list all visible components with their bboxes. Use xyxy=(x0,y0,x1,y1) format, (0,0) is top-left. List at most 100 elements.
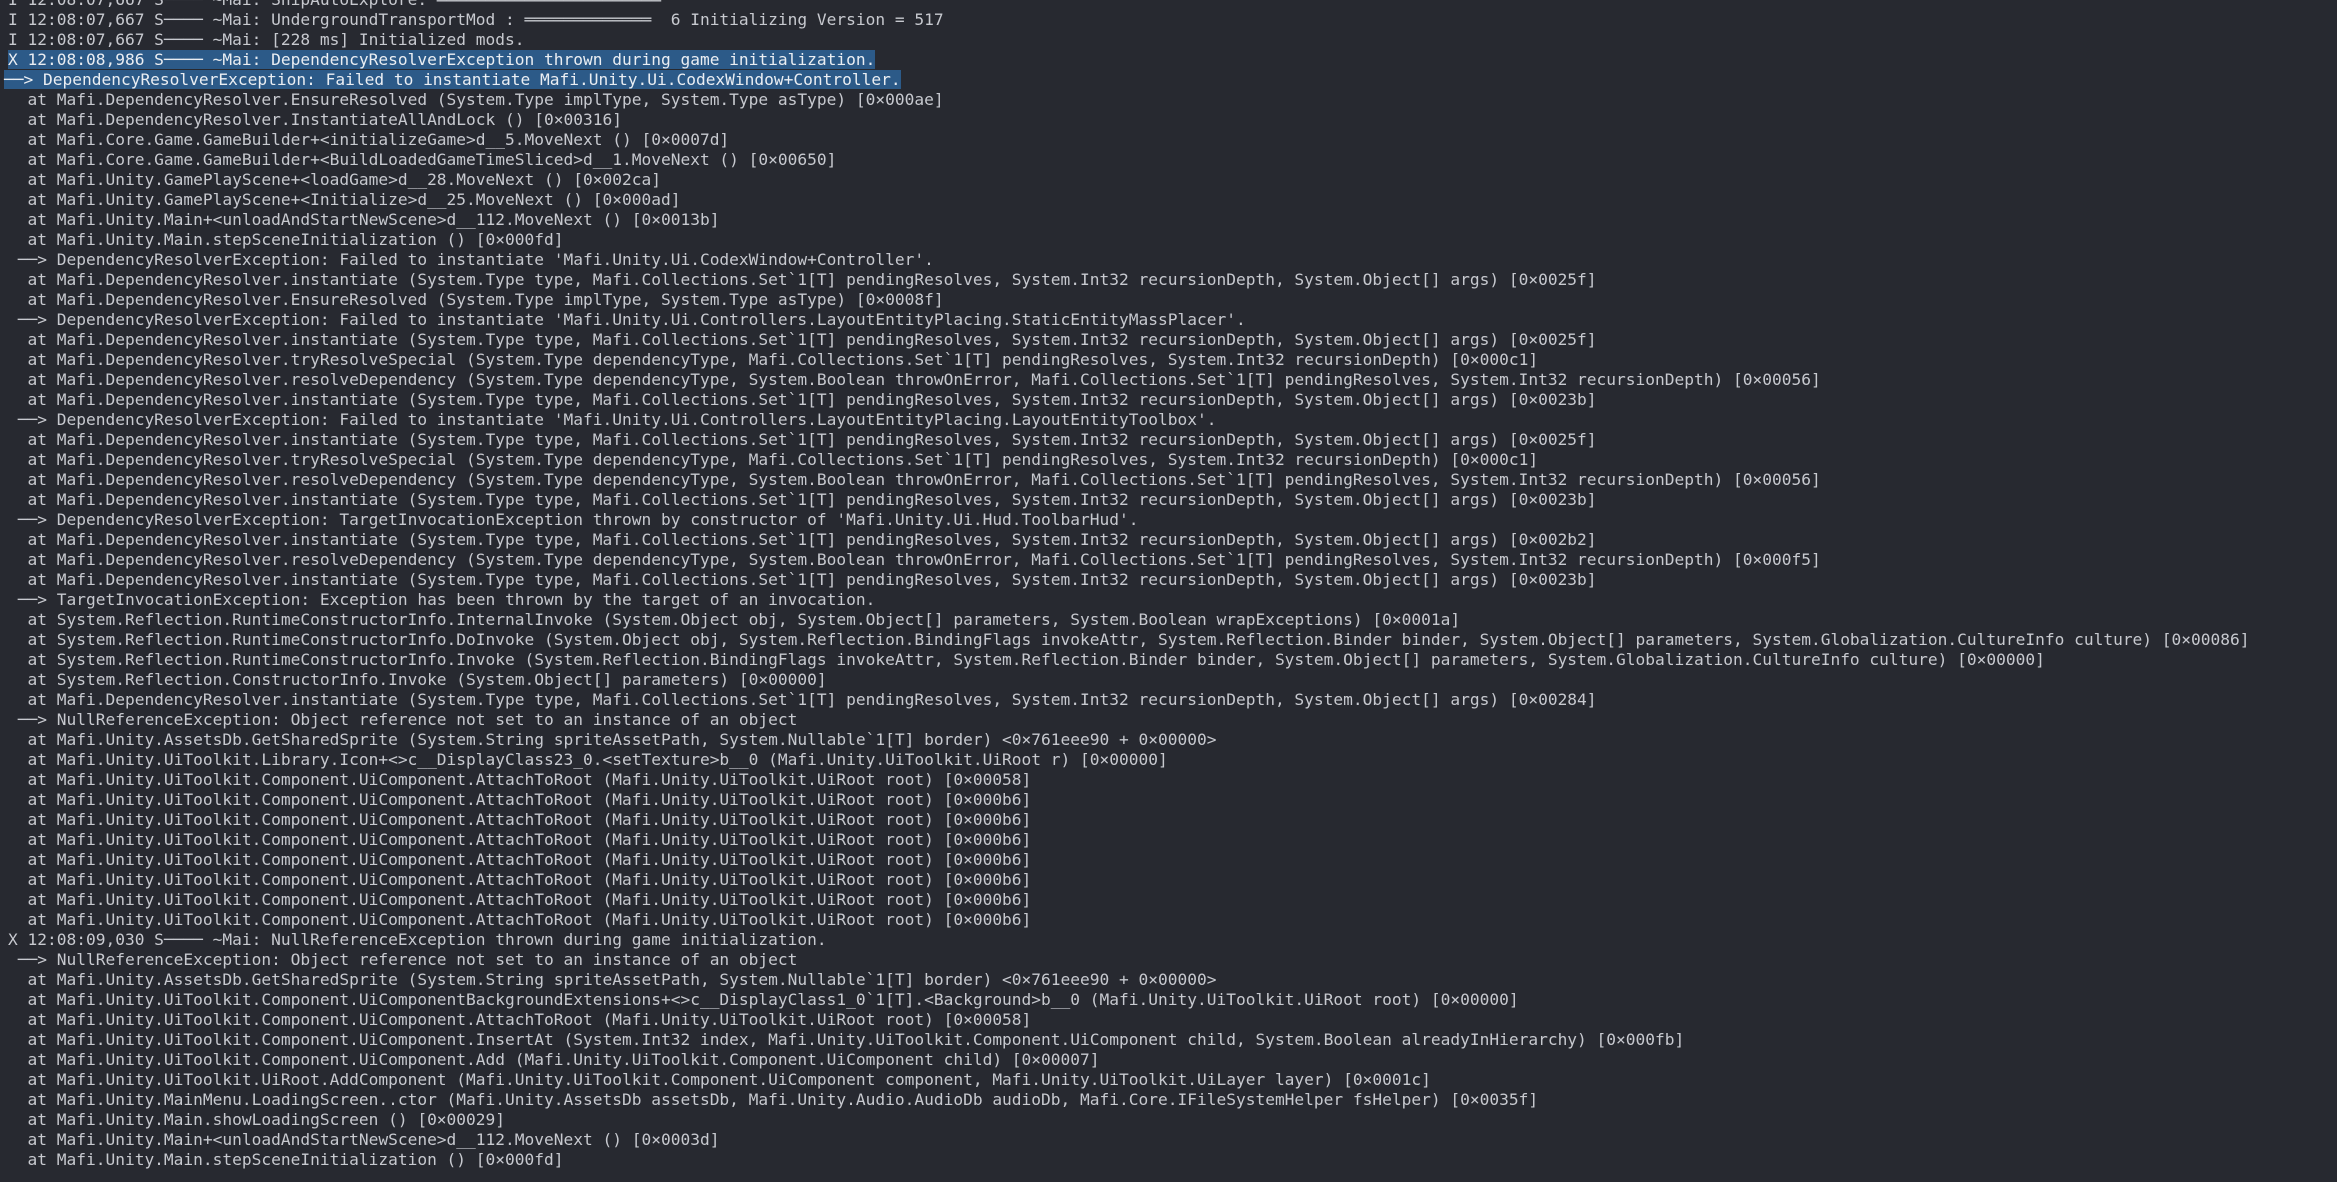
log-line-text: at Mafi.Unity.UiToolkit.Component.UiComp… xyxy=(8,870,1032,889)
log-line-text: at Mafi.DependencyResolver.resolveDepend… xyxy=(8,550,1821,569)
log-line: at Mafi.Core.Game.GameBuilder+<BuildLoad… xyxy=(0,150,2337,170)
log-line: at Mafi.DependencyResolver.instantiate (… xyxy=(0,430,2337,450)
log-line: at Mafi.Unity.MainMenu.LoadingScreen..ct… xyxy=(0,1090,2337,1110)
log-line: at Mafi.DependencyResolver.resolveDepend… xyxy=(0,470,2337,490)
log-line-text: at Mafi.DependencyResolver.EnsureResolve… xyxy=(8,90,944,109)
log-line-text: ──> DependencyResolverException: Failed … xyxy=(4,70,901,89)
log-line: at Mafi.Unity.AssetsDb.GetSharedSprite (… xyxy=(0,970,2337,990)
log-line: ──> NullReferenceException: Object refer… xyxy=(0,950,2337,970)
log-line-text: at Mafi.Unity.UiToolkit.Component.UiComp… xyxy=(8,830,1032,849)
log-line-text: at Mafi.DependencyResolver.resolveDepend… xyxy=(8,370,1821,389)
log-line: at Mafi.DependencyResolver.tryResolveSpe… xyxy=(0,450,2337,470)
log-line: I 12:08:07,667 S──── ~Mai: ShipAutoExplo… xyxy=(0,0,2337,10)
log-line: X 12:08:09,030 S──── ~Mai: NullReference… xyxy=(0,930,2337,950)
log-line: at Mafi.Unity.UiToolkit.UiRoot.AddCompon… xyxy=(0,1070,2337,1090)
log-line-text: at Mafi.Unity.UiToolkit.Component.UiComp… xyxy=(8,770,1032,789)
log-line: at Mafi.Unity.UiToolkit.Component.UiComp… xyxy=(0,890,2337,910)
log-line-text: I 12:08:07,667 S──── ~Mai: UndergroundTr… xyxy=(8,10,944,29)
terminal-log-view[interactable]: I 12:08:07,667 S──── ~Mai: ShipAutoExplo… xyxy=(0,0,2337,1182)
log-line-text: ──> DependencyResolverException: Failed … xyxy=(8,410,1217,429)
log-line: at Mafi.Unity.GamePlayScene+<Initialize>… xyxy=(0,190,2337,210)
log-line: at Mafi.DependencyResolver.EnsureResolve… xyxy=(0,90,2337,110)
log-line: at Mafi.Unity.Main+<unloadAndStartNewSce… xyxy=(0,1130,2337,1150)
log-line-text: at Mafi.Unity.UiToolkit.Component.UiComp… xyxy=(8,810,1032,829)
log-line-text: at Mafi.Unity.UiToolkit.Component.UiComp… xyxy=(8,910,1032,929)
log-line: ──> TargetInvocationException: Exception… xyxy=(0,590,2337,610)
log-line-text: at Mafi.Unity.Main.stepSceneInitializati… xyxy=(8,230,564,249)
log-line-text: at Mafi.Unity.UiToolkit.UiRoot.AddCompon… xyxy=(8,1070,1431,1089)
log-line: ──> DependencyResolverException: Failed … xyxy=(0,410,2337,430)
log-line-text: at Mafi.DependencyResolver.EnsureResolve… xyxy=(8,290,944,309)
log-line: at Mafi.DependencyResolver.instantiate (… xyxy=(0,570,2337,590)
log-line: at Mafi.DependencyResolver.instantiate (… xyxy=(0,390,2337,410)
log-line-text: ──> NullReferenceException: Object refer… xyxy=(8,710,798,729)
log-line-text: at Mafi.DependencyResolver.tryResolveSpe… xyxy=(8,450,1539,469)
log-line: at Mafi.Unity.UiToolkit.Component.UiComp… xyxy=(0,790,2337,810)
log-line: at Mafi.Unity.Main+<unloadAndStartNewSce… xyxy=(0,210,2337,230)
log-line: ──> NullReferenceException: Object refer… xyxy=(0,710,2337,730)
log-line: at Mafi.Unity.AssetsDb.GetSharedSprite (… xyxy=(0,730,2337,750)
log-line: at Mafi.Unity.UiToolkit.Component.UiComp… xyxy=(0,850,2337,870)
log-line: at Mafi.DependencyResolver.instantiate (… xyxy=(0,690,2337,710)
log-line: at System.Reflection.RuntimeConstructorI… xyxy=(0,630,2337,650)
log-line: at Mafi.Unity.UiToolkit.Component.UiComp… xyxy=(0,1050,2337,1070)
log-line-text: ──> NullReferenceException: Object refer… xyxy=(8,950,798,969)
log-line-text: at Mafi.Unity.Main.stepSceneInitializati… xyxy=(8,1150,564,1169)
log-line: ──> DependencyResolverException: TargetI… xyxy=(0,510,2337,530)
log-line: at Mafi.Unity.UiToolkit.Component.UiComp… xyxy=(0,870,2337,890)
log-line: at Mafi.Unity.UiToolkit.Component.UiComp… xyxy=(0,1010,2337,1030)
log-line: at Mafi.DependencyResolver.resolveDepend… xyxy=(0,550,2337,570)
log-line: at Mafi.Unity.Main.stepSceneInitializati… xyxy=(0,1150,2337,1170)
log-line-text: at Mafi.Unity.MainMenu.LoadingScreen..ct… xyxy=(8,1090,1539,1109)
log-line-text: at Mafi.Unity.GamePlayScene+<Initialize>… xyxy=(8,190,681,209)
log-line: at Mafi.Unity.UiToolkit.Component.UiComp… xyxy=(0,830,2337,850)
log-line-text: at Mafi.DependencyResolver.instantiate (… xyxy=(8,490,1597,509)
log-line: at Mafi.DependencyResolver.tryResolveSpe… xyxy=(0,350,2337,370)
log-line: at Mafi.DependencyResolver.InstantiateAl… xyxy=(0,110,2337,130)
log-line-text: ──> DependencyResolverException: TargetI… xyxy=(8,510,1139,529)
log-line: I 12:08:07,667 S──── ~Mai: [228 ms] Init… xyxy=(0,30,2337,50)
log-line-text: at Mafi.DependencyResolver.instantiate (… xyxy=(8,330,1597,349)
log-line: ──> DependencyResolverException: Failed … xyxy=(0,70,2337,90)
log-line: at Mafi.DependencyResolver.instantiate (… xyxy=(0,270,2337,290)
log-line-text: X 12:08:08,986 S──── ~Mai: DependencyRes… xyxy=(8,50,876,69)
log-line-text: at System.Reflection.RuntimeConstructorI… xyxy=(8,650,2045,669)
log-line-text: at Mafi.DependencyResolver.instantiate (… xyxy=(8,690,1597,709)
log-line-text: X 12:08:09,030 S──── ~Mai: NullReference… xyxy=(8,930,827,949)
log-line: at Mafi.DependencyResolver.instantiate (… xyxy=(0,530,2337,550)
log-line-text: at Mafi.Unity.Main+<unloadAndStartNewSce… xyxy=(8,210,720,229)
log-line-text: ──> DependencyResolverException: Failed … xyxy=(8,250,934,269)
log-line-text: at Mafi.Unity.UiToolkit.Component.UiComp… xyxy=(8,1050,1100,1069)
log-line-text: at Mafi.DependencyResolver.resolveDepend… xyxy=(8,470,1821,489)
log-line-text: ──> DependencyResolverException: Failed … xyxy=(8,310,1246,329)
log-line-text: at Mafi.DependencyResolver.InstantiateAl… xyxy=(8,110,622,129)
log-line-text: at Mafi.Unity.UiToolkit.Component.UiComp… xyxy=(8,850,1032,869)
log-line-text: at Mafi.Unity.UiToolkit.Component.UiComp… xyxy=(8,1010,1032,1029)
log-line-text: at Mafi.Unity.Main+<unloadAndStartNewSce… xyxy=(8,1130,720,1149)
log-line-text: at Mafi.Unity.UiToolkit.Component.UiComp… xyxy=(8,790,1032,809)
log-line: at Mafi.Core.Game.GameBuilder+<initializ… xyxy=(0,130,2337,150)
log-line: at System.Reflection.RuntimeConstructorI… xyxy=(0,610,2337,630)
log-line: at Mafi.DependencyResolver.instantiate (… xyxy=(0,490,2337,510)
log-line: ──> DependencyResolverException: Failed … xyxy=(0,250,2337,270)
log-line-text: at Mafi.DependencyResolver.instantiate (… xyxy=(8,530,1597,549)
log-line: at Mafi.Unity.UiToolkit.Component.UiComp… xyxy=(0,770,2337,790)
log-line-text: at System.Reflection.ConstructorInfo.Inv… xyxy=(8,670,827,689)
log-line-text: at Mafi.Unity.AssetsDb.GetSharedSprite (… xyxy=(8,730,1217,749)
log-line-text: at Mafi.DependencyResolver.tryResolveSpe… xyxy=(8,350,1539,369)
log-line: at System.Reflection.ConstructorInfo.Inv… xyxy=(0,670,2337,690)
log-line-text: at Mafi.DependencyResolver.instantiate (… xyxy=(8,270,1597,289)
log-line: at Mafi.Unity.GamePlayScene+<loadGame>d_… xyxy=(0,170,2337,190)
log-line-text: at System.Reflection.RuntimeConstructorI… xyxy=(8,610,1461,629)
log-line: at Mafi.Unity.UiToolkit.Component.UiComp… xyxy=(0,910,2337,930)
log-line-text: at Mafi.Unity.UiToolkit.Component.UiComp… xyxy=(8,890,1032,909)
log-line: at Mafi.DependencyResolver.resolveDepend… xyxy=(0,370,2337,390)
log-line-text: at Mafi.Unity.UiToolkit.Component.UiComp… xyxy=(8,990,1519,1009)
log-line-text: at Mafi.Unity.Main.showLoadingScreen () … xyxy=(8,1110,506,1129)
log-line-text: at System.Reflection.RuntimeConstructorI… xyxy=(8,630,2250,649)
log-line: at System.Reflection.RuntimeConstructorI… xyxy=(0,650,2337,670)
log-line: I 12:08:07,667 S──── ~Mai: UndergroundTr… xyxy=(0,10,2337,30)
log-line-text: ──> TargetInvocationException: Exception… xyxy=(8,590,876,609)
log-line-text: I 12:08:07,667 S──── ~Mai: [228 ms] Init… xyxy=(8,30,525,49)
log-line-text: at Mafi.DependencyResolver.instantiate (… xyxy=(8,390,1597,409)
